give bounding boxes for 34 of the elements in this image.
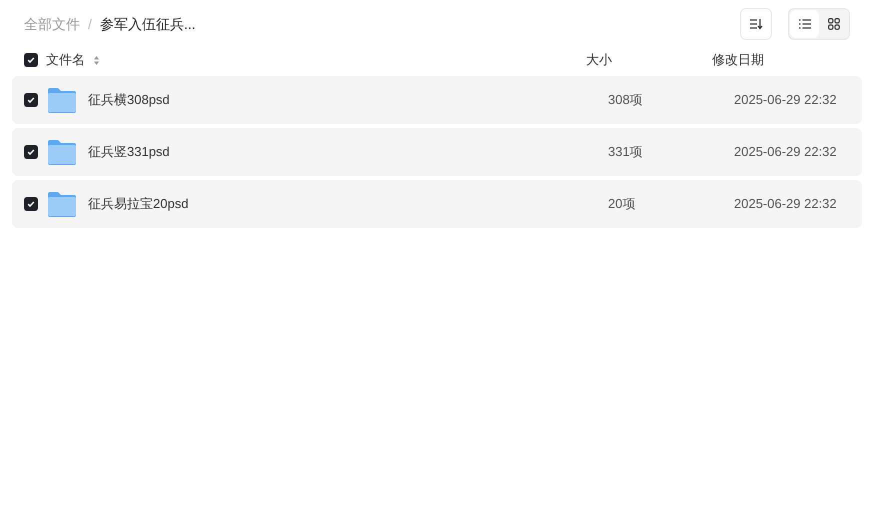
breadcrumb-item[interactable]: 参军入伍征兵... — [100, 14, 196, 34]
checkbox[interactable] — [24, 145, 38, 159]
checkmark-icon — [27, 148, 35, 156]
column-header[interactable]: 文件名 — [46, 50, 85, 70]
folder-icon — [47, 87, 77, 113]
modified-date: 2025-06-29 22:32 — [734, 91, 837, 110]
checkmark-icon — [27, 96, 35, 104]
file-name[interactable]: 征兵横308psd — [88, 90, 170, 110]
checkmark-icon — [27, 200, 35, 208]
item-count: 20项 — [608, 195, 636, 214]
checkbox[interactable] — [24, 53, 38, 67]
file-name[interactable]: 征兵易拉宝20psd — [88, 194, 188, 214]
modified-date: 2025-06-29 22:32 — [734, 195, 837, 214]
sort-icon — [93, 54, 100, 66]
checkbox[interactable] — [24, 197, 38, 211]
breadcrumb-separator: / — [88, 14, 92, 34]
file-row[interactable]: 征兵竖331psd 331项 2025-06-29 22:32 — [12, 128, 862, 176]
file-row[interactable]: 征兵横308psd 308项 2025-06-29 22:32 — [12, 76, 862, 124]
folder-icon — [47, 191, 77, 217]
grid-icon — [828, 18, 840, 30]
column-header: 修改日期 — [712, 51, 764, 70]
modified-date: 2025-06-29 22:32 — [734, 143, 837, 162]
folder-icon — [47, 139, 77, 165]
checkbox[interactable] — [24, 93, 38, 107]
item-count: 308项 — [608, 91, 644, 110]
sort-icon — [749, 18, 763, 30]
column-header: 大小 — [586, 51, 613, 70]
file-row[interactable]: 征兵易拉宝20psd 20项 2025-06-29 22:32 — [12, 180, 862, 228]
checkmark-icon — [27, 56, 35, 64]
sort-button[interactable] — [740, 8, 772, 40]
list-view-button[interactable] — [790, 10, 819, 38]
list-icon — [798, 19, 810, 29]
file-name[interactable]: 征兵竖331psd — [88, 142, 170, 162]
item-count: 331项 — [608, 143, 644, 162]
